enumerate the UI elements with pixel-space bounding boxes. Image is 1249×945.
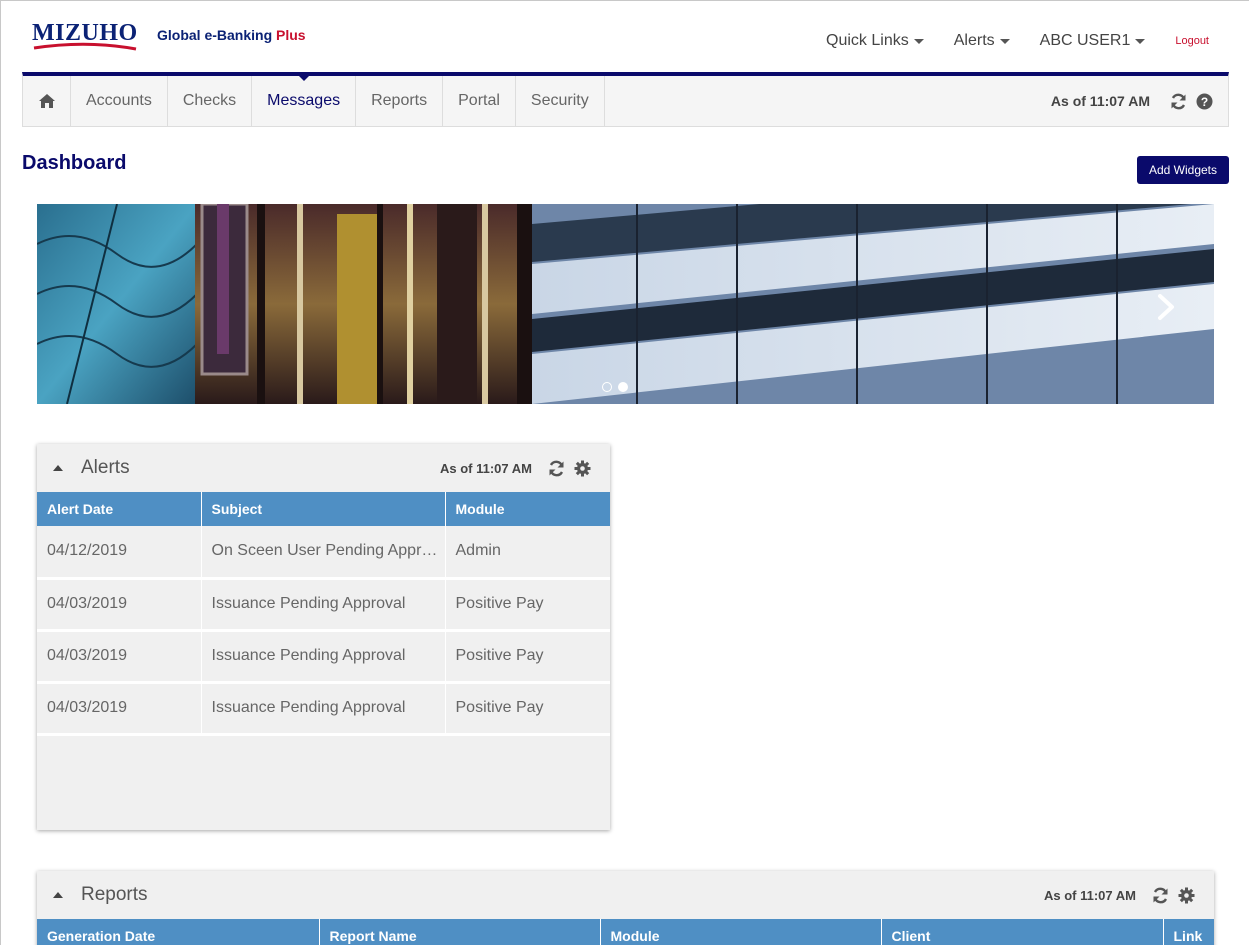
alerts-widget-title: Alerts (81, 457, 130, 478)
gear-icon (1178, 887, 1194, 903)
alerts-as-of: As of 11:07 AM (440, 460, 532, 476)
nav-home[interactable] (23, 76, 71, 126)
subject-cell: Issuance Pending Approval (201, 682, 446, 736)
reports-widget-tools: As of 11:07 AM (1044, 885, 1196, 905)
as-of-timestamp: As of 11:07 AM (1050, 93, 1150, 109)
module-cell: Positive Pay (445, 578, 610, 632)
reports-as-of: As of 11:07 AM (1044, 887, 1136, 903)
nav-reports[interactable]: Reports (356, 76, 444, 126)
logo-text: MIZUHO (32, 20, 138, 46)
chevron-right-icon (1158, 294, 1174, 320)
refresh-icon (1153, 887, 1167, 903)
table-row[interactable]: 04/03/2019 Issuance Pending Approval Pos… (37, 578, 610, 632)
mizuho-logo[interactable]: MIZUHO (32, 16, 138, 54)
nav-security[interactable]: Security (516, 76, 605, 126)
carousel-dot-1[interactable] (602, 382, 612, 392)
carousel-dot-2[interactable] (618, 382, 628, 392)
home-icon (38, 94, 55, 108)
module-cell: Positive Pay (445, 630, 610, 684)
alerts-widget-header: Alerts As of 11:07 AM (37, 444, 610, 492)
reports-table: Generation Date Report Name Module Clien… (37, 919, 1214, 945)
caret-down-icon (999, 38, 1010, 44)
column-header-report-name[interactable]: Report Name (319, 919, 601, 945)
module-cell: Positive Pay (445, 682, 610, 736)
subject-cell: On Sceen User Pending Approval (201, 526, 446, 580)
alerts-table: Alert Date Subject Module 04/12/2019 On … (37, 492, 610, 736)
alerts-refresh-button[interactable] (546, 458, 566, 478)
subject-cell: Issuance Pending Approval (201, 578, 446, 632)
table-row[interactable]: 04/03/2019 Issuance Pending Approval Pos… (37, 630, 610, 684)
caret-down-icon (1135, 38, 1146, 44)
reports-table-header: Generation Date Report Name Module Clien… (37, 919, 1214, 945)
subject-cell: Issuance Pending Approval (201, 630, 446, 684)
column-header-alert-date[interactable]: Alert Date (37, 492, 202, 526)
reports-widget-title: Reports (81, 884, 148, 905)
collapse-caret-icon[interactable] (53, 465, 63, 471)
alert-date-cell: 04/03/2019 (37, 682, 202, 736)
alerts-widget-tools: As of 11:07 AM (440, 458, 592, 478)
banner-image (37, 204, 1214, 404)
page-title: Dashboard (22, 152, 127, 174)
alerts-menu-label: Alerts (953, 32, 995, 49)
gear-icon (574, 460, 590, 476)
banner-carousel (37, 204, 1214, 404)
nav-checks[interactable]: Checks (168, 76, 253, 126)
user-name: ABC USER1 (1039, 32, 1131, 49)
alerts-widget: Alerts As of 11:07 AM Alert Date Subject… (37, 444, 610, 830)
refresh-button[interactable] (1168, 91, 1188, 111)
alerts-settings-button[interactable] (572, 458, 592, 478)
column-header-link[interactable]: Link (1163, 919, 1214, 945)
nav-accounts[interactable]: Accounts (71, 76, 168, 126)
svg-text:?: ? (1200, 95, 1207, 109)
product-name: Global e-Banking Plus (157, 27, 306, 43)
column-header-module[interactable]: Module (600, 919, 882, 945)
nav-portal[interactable]: Portal (443, 76, 516, 126)
column-header-subject[interactable]: Subject (201, 492, 446, 526)
reports-widget: Reports As of 11:07 AM Generation Date R… (37, 871, 1214, 945)
quick-links-label: Quick Links (826, 32, 909, 49)
table-row[interactable]: 04/03/2019 Issuance Pending Approval Pos… (37, 682, 610, 736)
main-navigation: Accounts Checks Messages Reports Portal … (22, 72, 1229, 127)
table-row[interactable]: 04/12/2019 On Sceen User Pending Approva… (37, 526, 610, 580)
reports-refresh-button[interactable] (1150, 885, 1170, 905)
alert-date-cell: 04/03/2019 (37, 578, 202, 632)
product-name-text: Global e-Banking (157, 27, 273, 43)
carousel-next-button[interactable] (1154, 292, 1178, 322)
header: MIZUHO Global e-Banking Plus Quick Links… (22, 0, 1229, 72)
user-menu[interactable]: ABC USER1 (1040, 32, 1146, 50)
mizuho-logo-icon: MIZUHO (32, 20, 138, 51)
column-header-client[interactable]: Client (881, 919, 1164, 945)
logout-link[interactable]: Logout (1175, 35, 1209, 47)
module-cell: Admin (445, 526, 610, 580)
carousel-indicators (602, 382, 634, 392)
refresh-icon (1171, 93, 1185, 109)
help-button[interactable]: ? (1194, 91, 1214, 111)
column-header-module[interactable]: Module (445, 492, 610, 526)
nav-status: As of 11:07 AM ? (1051, 76, 1228, 126)
alerts-table-header: Alert Date Subject Module (37, 492, 610, 526)
product-suffix: Plus (276, 27, 306, 43)
top-navigation: Quick Links Alerts ABC USER1 Logout (826, 30, 1229, 52)
add-widgets-button[interactable]: Add Widgets (1137, 156, 1229, 184)
collapse-caret-icon[interactable] (53, 892, 63, 898)
alerts-menu[interactable]: Alerts (954, 32, 1010, 50)
help-icon: ? (1196, 93, 1212, 109)
reports-settings-button[interactable] (1176, 885, 1196, 905)
nav-messages[interactable]: Messages (252, 75, 357, 126)
alert-date-cell: 04/03/2019 (37, 630, 202, 684)
alert-date-cell: 04/12/2019 (37, 526, 202, 580)
quick-links-menu[interactable]: Quick Links (826, 32, 924, 50)
caret-down-icon (913, 38, 924, 44)
refresh-icon (549, 460, 563, 476)
column-header-generation-date[interactable]: Generation Date (37, 919, 320, 945)
reports-widget-header: Reports As of 11:07 AM (37, 871, 1214, 919)
